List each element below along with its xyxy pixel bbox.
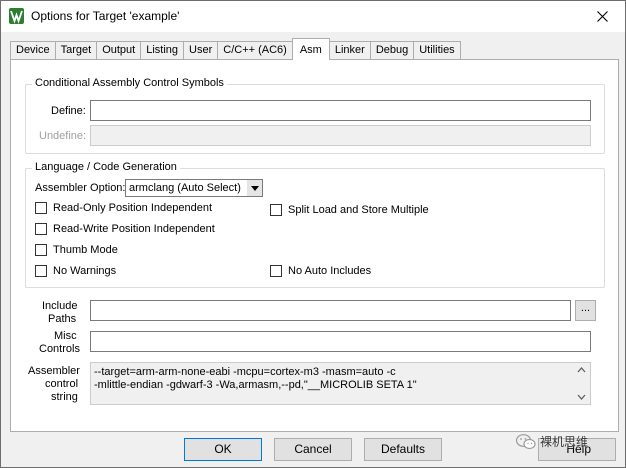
assembler-option-value: armclang (Auto Select): [129, 182, 241, 194]
undefine-input: [90, 125, 591, 146]
tab-linker[interactable]: Linker: [328, 41, 371, 60]
chevron-down-icon: [250, 185, 259, 191]
watermark: 裸机思维: [516, 433, 588, 450]
include-paths-label-line1: Include: [42, 300, 78, 312]
split-load-store-multiple-checkbox[interactable]: Split Load and Store Multiple: [270, 204, 429, 216]
tab-asm[interactable]: Asm: [291, 38, 330, 60]
undefine-label: Undefine:: [39, 130, 87, 142]
conditional-assembly-group-label: Conditional Assembly Control Symbols: [32, 77, 227, 89]
no-auto-includes-checkbox[interactable]: No Auto Includes: [270, 265, 371, 277]
assembler-option-select[interactable]: armclang (Auto Select): [125, 179, 263, 197]
checkbox-box[interactable]: [270, 204, 282, 216]
checkbox-box[interactable]: [35, 202, 47, 214]
assembler-control-string-textarea[interactable]: --target=arm-arm-none-eabi -mcpu=cortex-…: [90, 362, 591, 405]
close-button[interactable]: [579, 1, 625, 32]
tab-utilities[interactable]: Utilities: [413, 41, 461, 60]
read-only-position-independent-checkbox[interactable]: Read-Only Position Independent: [35, 202, 212, 214]
options-dialog: Options for Target 'example' Device Targ…: [0, 0, 626, 468]
include-paths-label-line2: Paths: [48, 313, 77, 325]
language-group-label: Language / Code Generation: [32, 161, 180, 173]
checkbox-box[interactable]: [270, 265, 282, 277]
tab-output[interactable]: Output: [96, 41, 142, 60]
wechat-icon: [516, 433, 536, 449]
checkbox-label: Split Load and Store Multiple: [288, 204, 429, 216]
defaults-button[interactable]: Defaults: [364, 438, 442, 461]
misc-controls-label-line1: Misc: [54, 330, 77, 342]
tab-device[interactable]: Device: [10, 41, 56, 60]
tab-c-cpp[interactable]: C/C++ (AC6): [217, 41, 293, 60]
read-write-position-independent-checkbox[interactable]: Read-Write Position Independent: [35, 223, 215, 235]
checkbox-label: No Auto Includes: [288, 265, 372, 277]
checkbox-label: Read-Write Position Independent: [53, 223, 215, 235]
cancel-button[interactable]: Cancel: [274, 438, 352, 461]
title-bar: Options for Target 'example': [1, 1, 625, 32]
include-paths-browse-button[interactable]: ...: [575, 300, 596, 321]
checkbox-box[interactable]: [35, 244, 47, 256]
tab-user[interactable]: User: [183, 41, 219, 60]
misc-controls-input[interactable]: [90, 331, 591, 352]
tab-listing[interactable]: Listing: [140, 41, 185, 60]
tab-target[interactable]: Target: [54, 41, 98, 60]
asm-tab-panel: Conditional Assembly Control Symbols Def…: [10, 59, 619, 432]
checkbox-label: No Warnings: [53, 265, 117, 277]
checkbox-label: Read-Only Position Independent: [53, 202, 212, 214]
checkbox-label: Thumb Mode: [53, 244, 118, 256]
scroll-down-icon[interactable]: [573, 390, 590, 404]
define-label: Define:: [51, 105, 86, 117]
assembler-option-label: Assembler Option:: [35, 182, 126, 194]
keil-uvision-icon: [9, 8, 24, 24]
close-icon: [596, 11, 608, 22]
window-title: Options for Target 'example': [31, 9, 180, 23]
include-paths-input[interactable]: [90, 300, 571, 321]
scroll-up-icon[interactable]: [573, 363, 590, 377]
assembler-control-label-line2: control: [45, 378, 79, 390]
dropdown-arrow[interactable]: [246, 180, 262, 196]
assembler-control-line2: -mlittle-endian -gdwarf-3 -Wa,armasm,--p…: [94, 379, 417, 391]
assembler-control-label-line1: Assembler: [28, 365, 80, 377]
ok-button[interactable]: OK: [184, 438, 262, 461]
assembler-control-line1: --target=arm-arm-none-eabi -mcpu=cortex-…: [94, 366, 396, 378]
tab-strip: Device Target Output Listing User C/C++ …: [10, 38, 461, 60]
no-warnings-checkbox[interactable]: No Warnings: [35, 265, 116, 277]
checkbox-box[interactable]: [35, 223, 47, 235]
define-input[interactable]: [90, 100, 591, 121]
misc-controls-label-line2: Controls: [39, 343, 80, 355]
assembler-control-label-line3: string: [51, 391, 78, 403]
thumb-mode-checkbox[interactable]: Thumb Mode: [35, 244, 118, 256]
vertical-scrollbar[interactable]: [573, 363, 590, 404]
checkbox-box[interactable]: [35, 265, 47, 277]
tab-debug[interactable]: Debug: [369, 41, 415, 60]
watermark-text: 裸机思维: [540, 435, 589, 449]
